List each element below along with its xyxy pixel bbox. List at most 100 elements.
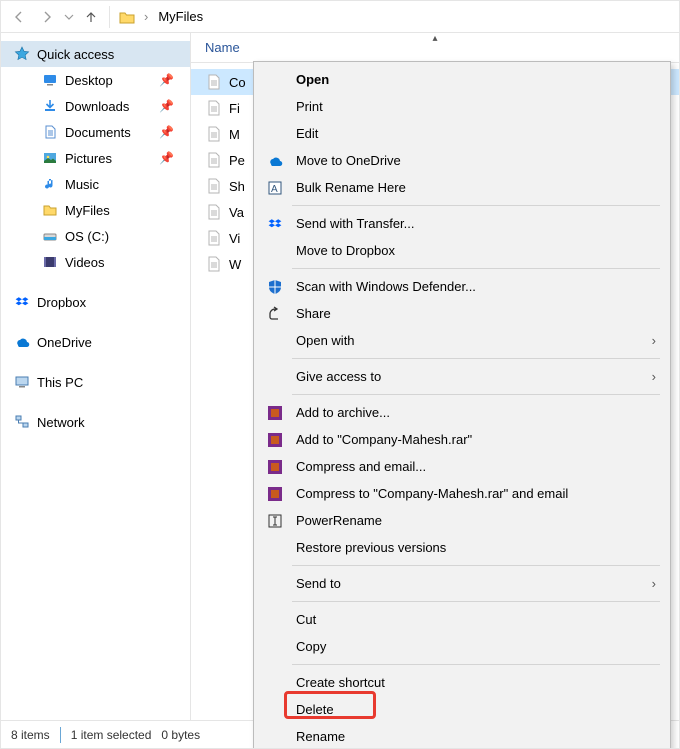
file-icon [205, 125, 223, 143]
menu-edit[interactable]: Edit [256, 120, 668, 147]
defender-icon [266, 278, 284, 296]
menu-open-with[interactable]: Open with › [256, 327, 668, 354]
download-icon [41, 97, 59, 115]
sidebar-item-myfiles[interactable]: MyFiles [1, 197, 190, 223]
status-count: 8 items [11, 728, 50, 742]
powerrename-icon [266, 512, 284, 530]
menu-add-archive[interactable]: Add to archive... [256, 399, 668, 426]
sidebar-item-label: Documents [65, 125, 131, 140]
winrar-icon [266, 458, 284, 476]
menu-open[interactable]: Open [256, 66, 668, 93]
sidebar-item-label: Music [65, 177, 99, 192]
menu-move-dropbox[interactable]: Move to Dropbox [256, 237, 668, 264]
sidebar-label: Network [37, 415, 85, 430]
sidebar-network[interactable]: Network [1, 409, 190, 435]
back-button[interactable] [5, 3, 33, 31]
thispc-icon [13, 373, 31, 391]
chevron-right-icon[interactable]: › [140, 9, 152, 24]
menu-delete[interactable]: Delete [256, 696, 668, 723]
menu-print[interactable]: Print [256, 93, 668, 120]
pin-icon: 📌 [159, 73, 174, 87]
sidebar-thispc[interactable]: This PC [1, 369, 190, 395]
menu-compress-rar-email[interactable]: Compress to "Company-Mahesh.rar" and ema… [256, 480, 668, 507]
folder-icon [118, 8, 136, 26]
nav-sidebar: Quick access Desktop 📌 Downloads 📌 Docum… [1, 33, 191, 720]
column-header[interactable]: ▴ Name [191, 33, 679, 63]
file-icon [205, 229, 223, 247]
menu-cut[interactable]: Cut [256, 606, 668, 633]
sidebar-item-music[interactable]: Music [1, 171, 190, 197]
svg-text:A: A [271, 184, 278, 195]
up-button[interactable] [77, 3, 105, 31]
winrar-icon [266, 485, 284, 503]
file-icon [205, 255, 223, 273]
sidebar-item-downloads[interactable]: Downloads 📌 [1, 93, 190, 119]
videos-icon [41, 253, 59, 271]
sidebar-item-label: MyFiles [65, 203, 110, 218]
sidebar-dropbox[interactable]: Dropbox [1, 289, 190, 315]
menu-restore-previous[interactable]: Restore previous versions [256, 534, 668, 561]
pin-icon: 📌 [159, 99, 174, 113]
menu-bulk-rename[interactable]: A Bulk Rename Here [256, 174, 668, 201]
document-icon [41, 123, 59, 141]
chevron-right-icon: › [652, 333, 656, 348]
dropbox-icon [266, 215, 284, 233]
sidebar-quick-access[interactable]: Quick access [1, 41, 190, 67]
address-bar: › MyFiles [1, 1, 679, 33]
sidebar-item-videos[interactable]: Videos [1, 249, 190, 275]
menu-compress-email[interactable]: Compress and email... [256, 453, 668, 480]
menu-rename[interactable]: Rename [256, 723, 668, 749]
sidebar-item-label: OS (C:) [65, 229, 109, 244]
menu-move-onedrive[interactable]: Move to OneDrive [256, 147, 668, 174]
pictures-icon [41, 149, 59, 167]
pin-icon: 📌 [159, 125, 174, 139]
sidebar-onedrive[interactable]: OneDrive [1, 329, 190, 355]
file-icon [205, 203, 223, 221]
desktop-icon [41, 71, 59, 89]
file-icon [205, 73, 223, 91]
sidebar-item-pictures[interactable]: Pictures 📌 [1, 145, 190, 171]
winrar-icon [266, 431, 284, 449]
menu-add-to-rar[interactable]: Add to "Company-Mahesh.rar" [256, 426, 668, 453]
sidebar-item-label: Desktop [65, 73, 113, 88]
context-menu: Open Print Edit Move to OneDrive A Bulk … [253, 61, 671, 749]
forward-button[interactable] [33, 3, 61, 31]
menu-give-access[interactable]: Give access to › [256, 363, 668, 390]
sidebar-item-label: Downloads [65, 99, 129, 114]
dropbox-icon [13, 293, 31, 311]
status-size: 0 bytes [161, 728, 200, 742]
star-icon [13, 45, 31, 63]
share-icon [266, 305, 284, 323]
sidebar-label: Quick access [37, 47, 114, 62]
sort-indicator-icon: ▴ [432, 33, 437, 44]
breadcrumb-folder[interactable]: MyFiles [152, 3, 209, 31]
sidebar-label: Dropbox [37, 295, 86, 310]
network-icon [13, 413, 31, 431]
bulk-rename-icon: A [266, 179, 284, 197]
sidebar-item-desktop[interactable]: Desktop 📌 [1, 67, 190, 93]
onedrive-icon [13, 333, 31, 351]
explorer-window: › MyFiles Quick access Desktop 📌 Downloa… [0, 0, 680, 749]
onedrive-icon [266, 152, 284, 170]
chevron-right-icon: › [652, 369, 656, 384]
sidebar-item-documents[interactable]: Documents 📌 [1, 119, 190, 145]
sidebar-item-drive[interactable]: OS (C:) [1, 223, 190, 249]
pin-icon: 📌 [159, 151, 174, 165]
menu-send-transfer[interactable]: Send with Transfer... [256, 210, 668, 237]
menu-copy[interactable]: Copy [256, 633, 668, 660]
menu-scan-defender[interactable]: Scan with Windows Defender... [256, 273, 668, 300]
chevron-right-icon: › [652, 576, 656, 591]
file-icon [205, 99, 223, 117]
menu-create-shortcut[interactable]: Create shortcut [256, 669, 668, 696]
file-icon [205, 177, 223, 195]
recent-dropdown[interactable] [61, 3, 77, 31]
status-selection: 1 item selected [71, 728, 152, 742]
column-name[interactable]: Name [191, 40, 240, 55]
menu-share[interactable]: Share [256, 300, 668, 327]
sidebar-item-label: Pictures [65, 151, 112, 166]
drive-icon [41, 227, 59, 245]
sidebar-label: OneDrive [37, 335, 92, 350]
music-icon [41, 175, 59, 193]
menu-powerrename[interactable]: PowerRename [256, 507, 668, 534]
menu-send-to[interactable]: Send to › [256, 570, 668, 597]
